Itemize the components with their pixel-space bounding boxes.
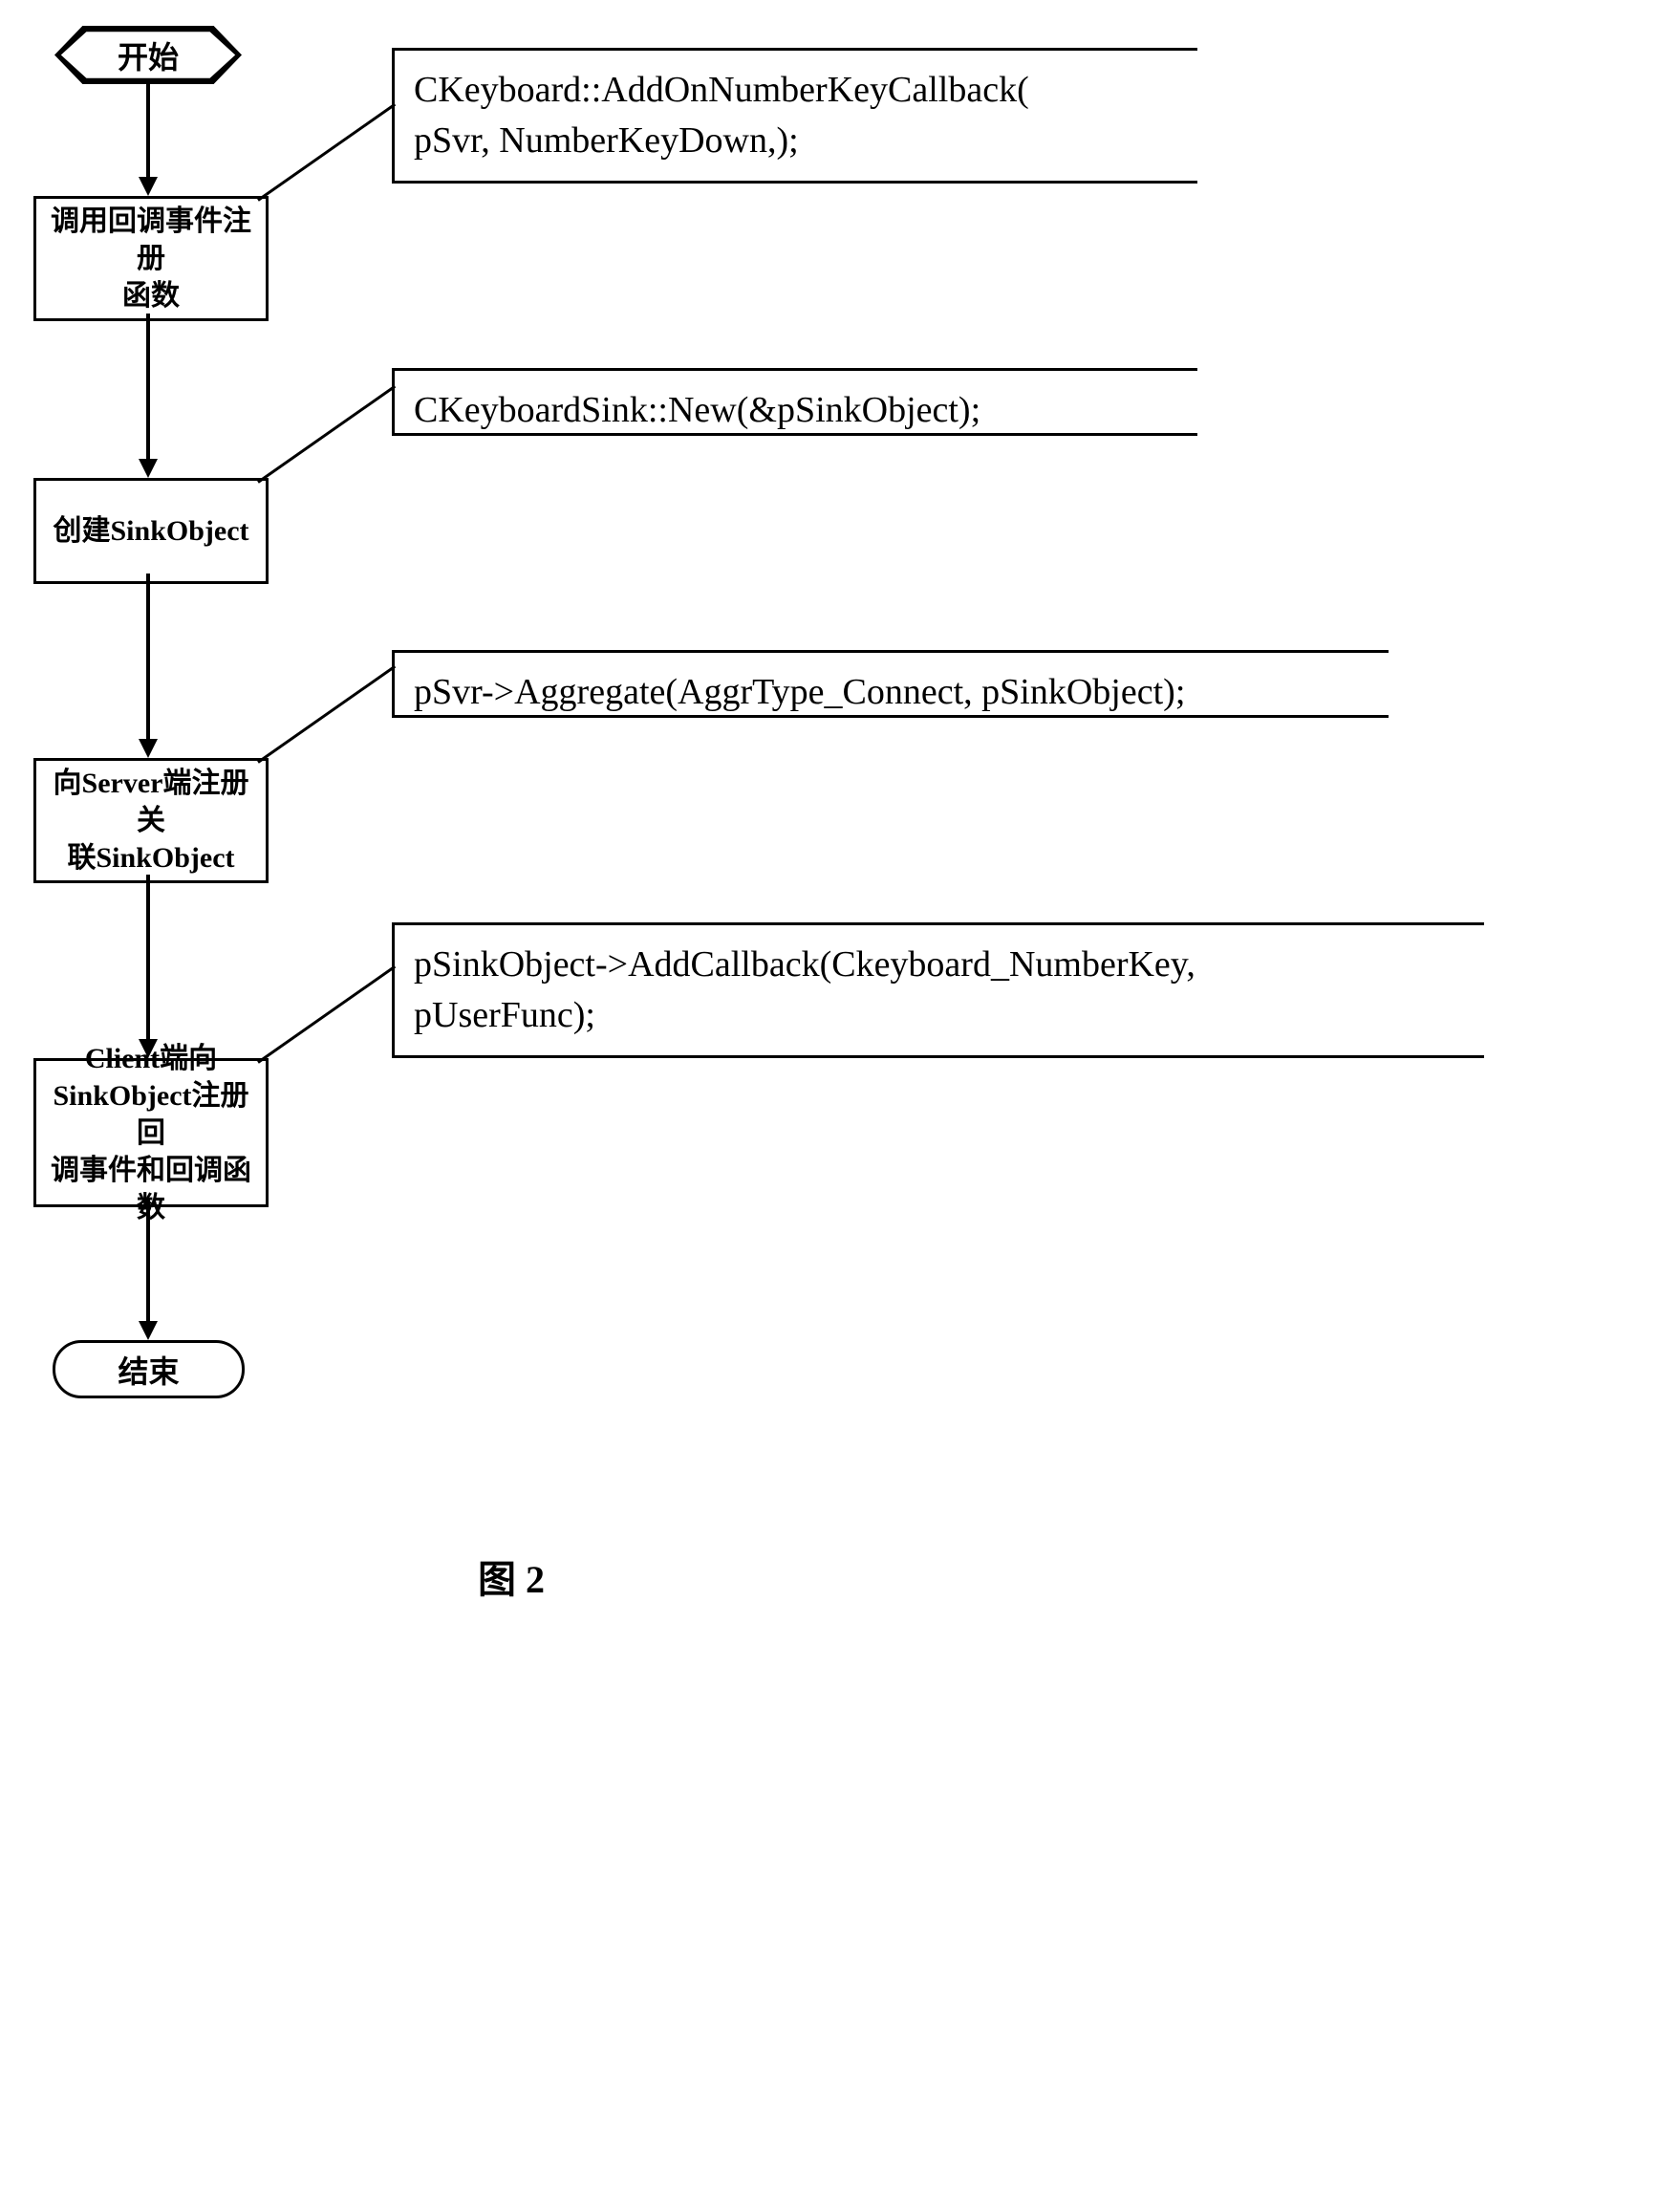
arrow-1 bbox=[146, 84, 150, 180]
annotation-4: pSinkObject->AddCallback(Ckeyboard_Numbe… bbox=[392, 922, 1484, 1058]
arrow-3 bbox=[146, 574, 150, 741]
end-node: 结束 bbox=[53, 1340, 245, 1398]
arrow-head-1 bbox=[139, 177, 158, 196]
annotation-2: CKeyboardSink::New(&pSinkObject); bbox=[392, 368, 1197, 436]
process-4: Client端向 SinkObject注册回 调事件和回调函数 bbox=[33, 1058, 269, 1207]
annotation-3-text: pSvr->Aggregate(AggrType_Connect, pSinkO… bbox=[414, 672, 1185, 712]
arrow-head-2 bbox=[139, 459, 158, 478]
arrow-head-5 bbox=[139, 1321, 158, 1340]
connector-2 bbox=[257, 385, 396, 484]
connector-3 bbox=[257, 665, 396, 764]
process-2-label: 创建SinkObject bbox=[53, 512, 248, 550]
process-1-label: 调用回调事件注册 函数 bbox=[41, 203, 261, 314]
connector-4 bbox=[257, 965, 396, 1064]
end-label: 结束 bbox=[118, 1348, 179, 1392]
process-3: 向Server端注册关 联SinkObject bbox=[33, 758, 269, 883]
annotation-2-text: CKeyboardSink::New(&pSinkObject); bbox=[414, 390, 980, 430]
process-3-label: 向Server端注册关 联SinkObject bbox=[41, 765, 261, 877]
annotation-1: CKeyboard::AddOnNumberKeyCallback( pSvr,… bbox=[392, 48, 1197, 184]
annotation-1-text: CKeyboard::AddOnNumberKeyCallback( pSvr,… bbox=[414, 70, 1029, 161]
process-1: 调用回调事件注册 函数 bbox=[33, 196, 269, 321]
process-4-label: Client端向 SinkObject注册回 调事件和回调函数 bbox=[41, 1040, 261, 1226]
annotation-4-text: pSinkObject->AddCallback(Ckeyboard_Numbe… bbox=[414, 944, 1195, 1035]
figure-label-text: 图 2 bbox=[478, 1558, 545, 1601]
arrow-4 bbox=[146, 875, 150, 1042]
arrow-2 bbox=[146, 314, 150, 462]
annotation-3: pSvr->Aggregate(AggrType_Connect, pSinkO… bbox=[392, 650, 1389, 718]
arrow-head-3 bbox=[139, 739, 158, 758]
flowchart-diagram: 开始 调用回调事件注册 函数 CKeyboard::AddOnNumberKey… bbox=[29, 29, 1653, 2179]
arrow-5 bbox=[146, 1200, 150, 1324]
process-2: 创建SinkObject bbox=[33, 478, 269, 584]
connector-1 bbox=[257, 103, 396, 202]
figure-label: 图 2 bbox=[478, 1548, 545, 1604]
start-node: 开始 bbox=[57, 29, 239, 81]
start-label: 开始 bbox=[118, 33, 179, 77]
